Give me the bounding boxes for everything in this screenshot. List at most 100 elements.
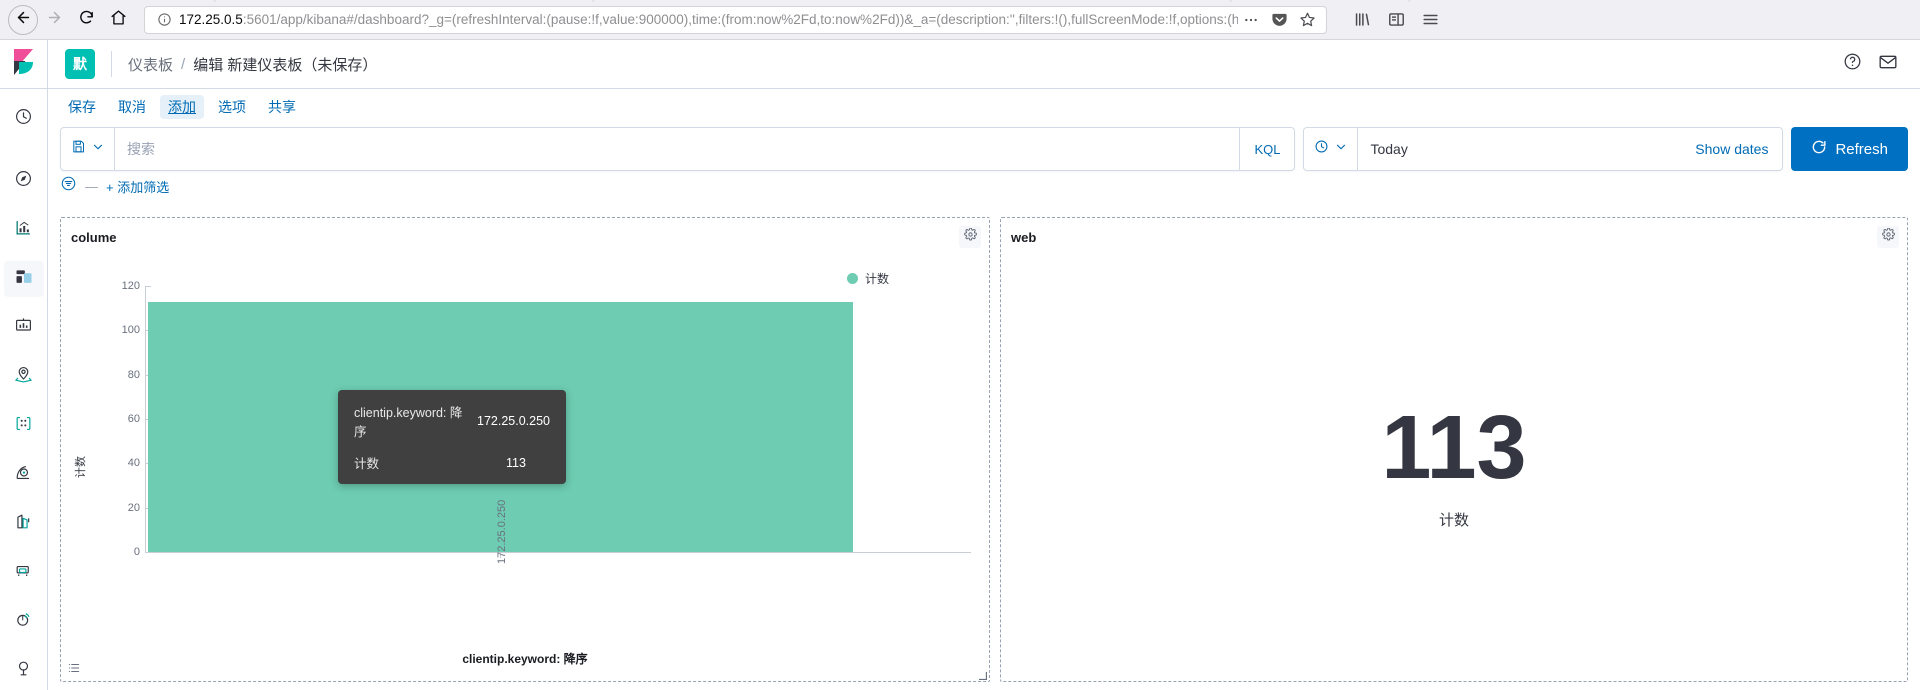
sidebar-item-logs[interactable]	[4, 506, 44, 542]
home-button[interactable]	[102, 4, 134, 36]
gear-icon	[963, 227, 977, 246]
sidebar-toggle-icon[interactable]	[1381, 5, 1411, 35]
show-dates-button[interactable]: Show dates	[1681, 128, 1782, 170]
browser-right-actions	[1347, 5, 1445, 35]
clock-icon	[14, 107, 33, 131]
hamburger-menu-icon[interactable]	[1415, 5, 1445, 35]
sidebar-item-infrastructure[interactable]	[4, 555, 44, 591]
reload-button[interactable]	[70, 4, 102, 36]
legend-color-swatch	[846, 273, 858, 284]
y-tick-label: 60	[127, 413, 140, 425]
bar-chart: 计数 计数 120 100 80 60 40 20 0 172.25.0.250…	[61, 252, 989, 681]
date-picker: Today Show dates	[1303, 127, 1784, 171]
ellipsis-icon[interactable]	[1238, 7, 1264, 33]
breadcrumb: 仪表板 / 编辑 新建仪表板（未保存）	[128, 54, 377, 75]
url-path: :5601/app/kibana#/dashboard?_g=(refreshI…	[242, 11, 1238, 27]
add-filter-button[interactable]: + 添加筛选	[106, 177, 169, 196]
url-text: 172.25.0.5:5601/app/kibana#/dashboard?_g…	[179, 12, 1238, 28]
filter-bar: — + 添加筛选	[48, 171, 1920, 203]
apm-icon	[14, 610, 33, 634]
sidebar-item-uptime[interactable]	[4, 653, 44, 689]
panel-context-menu-button[interactable]	[1877, 226, 1899, 248]
y-tick-label: 80	[127, 368, 140, 381]
sidebar-item-maps[interactable]	[4, 359, 44, 395]
quick-select-button[interactable]	[1304, 128, 1359, 170]
panel-resize-handle[interactable]	[975, 667, 988, 681]
dashboard-top-nav: 保存 取消 添加 选项 共享	[48, 89, 1920, 125]
tooltip-key: 计数	[354, 457, 380, 471]
sidebar-item-dashboard[interactable]	[3, 261, 44, 297]
sidebar-item-discover[interactable]	[4, 163, 44, 199]
sidebar-item-visualize[interactable]	[4, 212, 44, 248]
kibana-logo-button[interactable]	[0, 40, 48, 88]
y-tick-label: 20	[127, 501, 140, 514]
clock-icon	[1314, 139, 1329, 159]
arrow-right-icon	[46, 9, 63, 31]
left-nav-rail	[0, 89, 48, 690]
home-icon	[110, 9, 127, 31]
star-icon[interactable]	[1294, 7, 1320, 33]
y-tick-mark	[146, 286, 151, 287]
panel-colume: colume 计数 计数 120 100 80 60 40 20 0 172.2…	[60, 217, 990, 682]
bar-chart-icon	[14, 218, 33, 242]
legend-label[interactable]: 计数	[865, 270, 889, 287]
add-button[interactable]: 添加	[160, 95, 204, 119]
breadcrumb-separator: /	[181, 55, 186, 73]
library-icon[interactable]	[1347, 5, 1377, 35]
panel-body: 113 计数	[1001, 252, 1907, 681]
logs-icon	[14, 512, 33, 536]
newsfeed-button[interactable]	[1870, 46, 1906, 82]
options-button[interactable]: 选项	[210, 95, 254, 119]
query-language-button[interactable]: KQL	[1239, 128, 1294, 170]
pocket-icon[interactable]	[1266, 7, 1292, 33]
chevron-down-icon	[1335, 140, 1347, 158]
cancel-button[interactable]: 取消	[110, 95, 154, 119]
refresh-button[interactable]: Refresh	[1791, 127, 1908, 171]
tooltip-value: 172.25.0.250	[477, 414, 550, 428]
help-circle-icon	[1843, 52, 1862, 76]
tooltip-value: 113	[506, 455, 526, 470]
page-info-icon[interactable]	[157, 12, 172, 27]
url-bar[interactable]: 172.25.0.5:5601/app/kibana#/dashboard?_g…	[144, 5, 1327, 34]
share-button[interactable]: 共享	[260, 95, 304, 119]
url-host: 172.25.0.5	[179, 11, 243, 27]
x-axis-title: clientip.keyword: 降序	[462, 652, 588, 666]
save-button[interactable]: 保存	[60, 95, 104, 119]
reload-icon	[78, 9, 95, 31]
y-tick-label: 40	[127, 457, 140, 470]
forward-button[interactable]	[38, 4, 70, 36]
kibana-global-header: 默 仪表板 / 编辑 新建仪表板（未保存）	[0, 40, 1920, 89]
gear-icon	[1881, 227, 1895, 246]
breadcrumb-dashboard[interactable]: 仪表板	[128, 54, 173, 75]
sidebar-item-graph[interactable]	[4, 408, 44, 444]
back-button[interactable]	[8, 4, 38, 35]
help-button[interactable]	[1834, 46, 1870, 82]
search-input-wrapper: 搜索 KQL	[60, 127, 1296, 171]
panel-title: web	[1011, 229, 1037, 245]
filter-separator: —	[85, 178, 98, 194]
filter-options-button[interactable]	[60, 175, 77, 197]
header-divider	[111, 51, 112, 77]
y-tick-label: 100	[121, 324, 140, 337]
url-bar-actions	[1238, 7, 1320, 33]
space-avatar[interactable]: 默	[65, 49, 95, 79]
panel-context-menu-button[interactable]	[959, 226, 981, 248]
sidebar-item-machine-learning[interactable]	[4, 457, 44, 493]
breadcrumb-current: 编辑 新建仪表板（未保存）	[193, 56, 378, 74]
panel-title: colume	[71, 229, 117, 245]
panel-web: web 113 计数	[1000, 217, 1908, 682]
saved-query-button[interactable]	[61, 128, 115, 170]
dashboard-icon	[14, 267, 34, 292]
sidebar-item-apm[interactable]	[4, 604, 44, 640]
search-input[interactable]: 搜索	[115, 128, 1239, 170]
y-tick-label: 0	[133, 546, 140, 558]
panel-header: web	[1001, 218, 1907, 252]
tooltip-row: clientip.keyword: 降序 172.25.0.250	[354, 402, 550, 440]
sidebar-item-recently-viewed[interactable]	[4, 101, 44, 137]
panel-drag-handle[interactable]	[65, 659, 83, 677]
date-range-value[interactable]: Today	[1358, 128, 1681, 170]
sidebar-item-canvas[interactable]	[4, 310, 44, 346]
map-marker-icon	[14, 365, 33, 389]
tab-strip-stub-2	[1230, 0, 1410, 2]
arrow-left-icon	[15, 9, 32, 31]
